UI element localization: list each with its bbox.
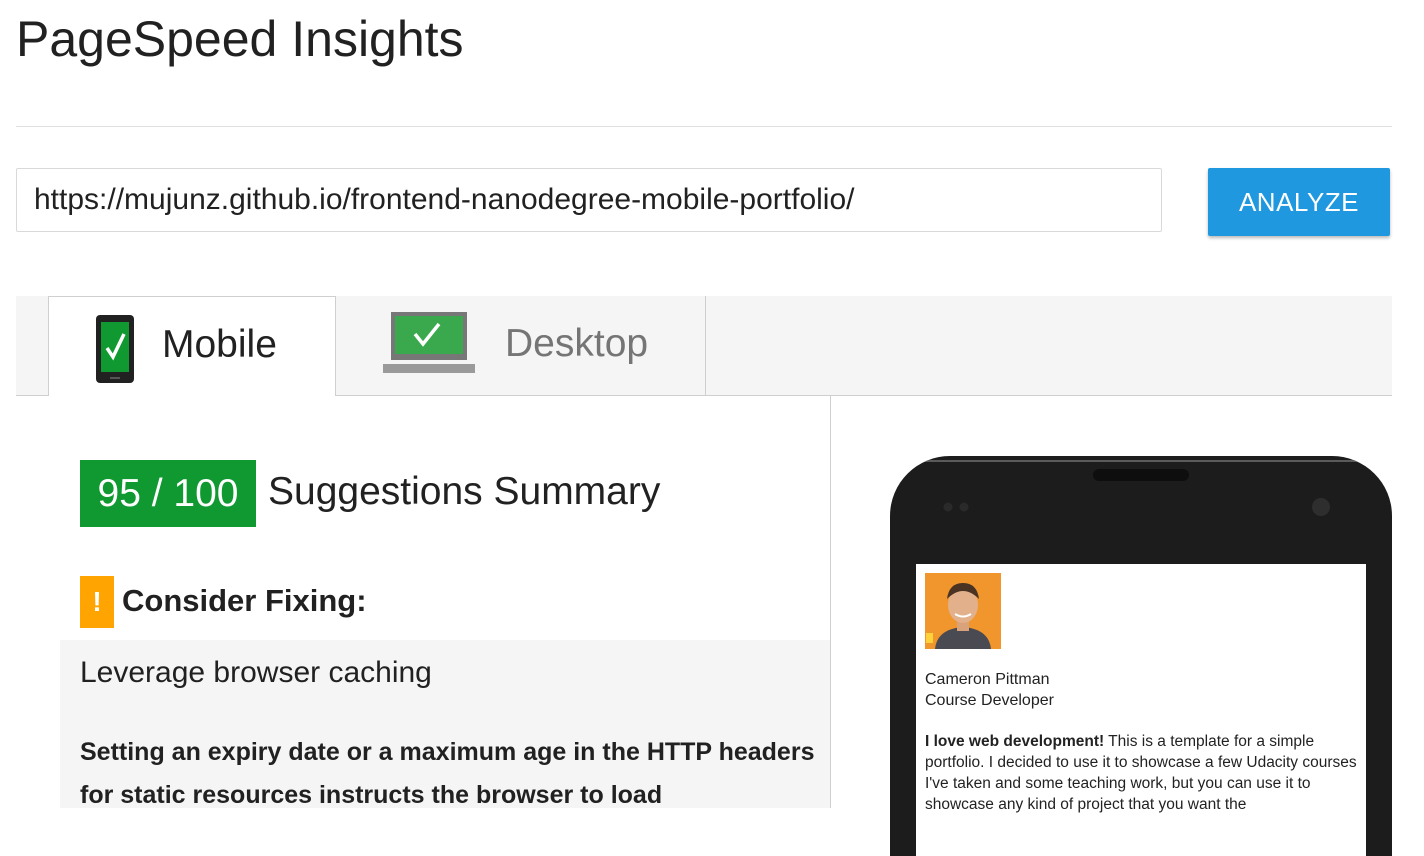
avatar <box>925 573 1001 649</box>
page-title: PageSpeed Insights <box>16 11 464 67</box>
phone-screen: Cameron Pittman Course Developer I love … <box>916 564 1366 856</box>
url-input[interactable] <box>16 168 1162 232</box>
score-badge: 95 / 100 <box>80 460 256 527</box>
warning-exclamation-icon: ! <box>80 576 114 628</box>
preview-intro-text: I love web development! This is a templa… <box>925 731 1361 815</box>
consider-fixing-heading: Consider Fixing: <box>122 583 367 618</box>
tab-desktop-label: Desktop <box>505 322 649 365</box>
desktop-monitor-check-icon <box>383 312 475 381</box>
preview-author-role: Course Developer <box>925 692 1054 709</box>
phone-camera-icon <box>1312 498 1330 516</box>
mobile-phone-check-icon <box>96 315 134 388</box>
preview-author-name: Cameron Pittman <box>925 671 1050 688</box>
phone-sensor-icon <box>942 500 972 518</box>
mobile-preview-phone: Cameron Pittman Course Developer I love … <box>890 456 1392 856</box>
tab-mobile-label: Mobile <box>162 323 277 366</box>
header-divider <box>16 126 1392 127</box>
analyze-button[interactable]: ANALYZE <box>1208 168 1390 236</box>
suggestions-summary-heading: Suggestions Summary <box>268 470 661 513</box>
device-tabs: Mobile Desktop <box>16 296 1392 396</box>
rule-description: Setting an expiry date or a maximum age … <box>80 738 815 809</box>
tab-mobile[interactable]: Mobile <box>48 296 336 396</box>
tab-desktop[interactable]: Desktop <box>336 296 706 396</box>
rule-title[interactable]: Leverage browser caching <box>80 656 432 690</box>
preview-intro-bold: I love web development! <box>925 733 1105 750</box>
phone-speaker <box>1093 469 1189 481</box>
results-column-divider <box>830 396 831 808</box>
rule-panel[interactable]: Leverage browser caching Setting an expi… <box>60 640 830 809</box>
